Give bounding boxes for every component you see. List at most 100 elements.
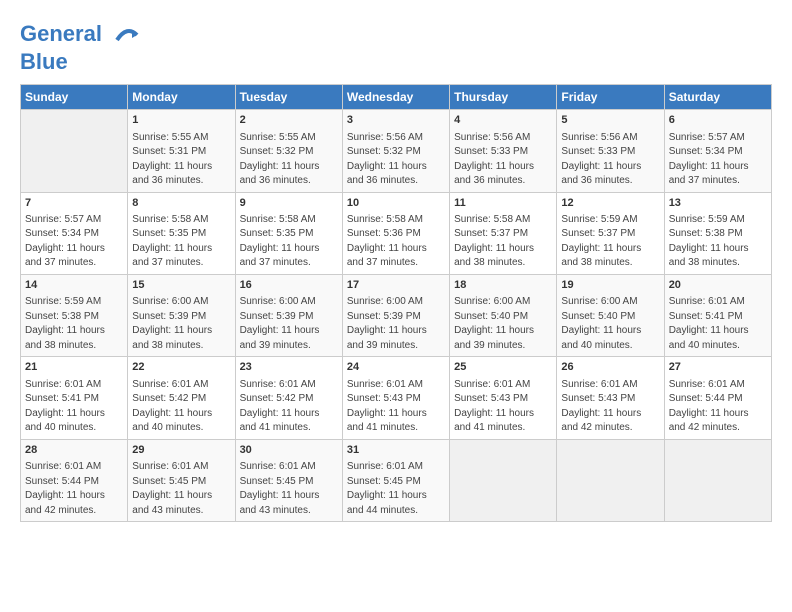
day-number: 21: [25, 360, 123, 375]
day-info: Sunrise: 6:01 AM Sunset: 5:43 PM Dayligh…: [347, 378, 445, 436]
day-info: Sunrise: 6:01 AM Sunset: 5:43 PM Dayligh…: [454, 378, 552, 436]
col-header-wednesday: Wednesday: [342, 85, 449, 110]
calendar-cell: 31 Sunrise: 6:01 AM Sunset: 5:45 PM Dayli…: [342, 439, 449, 521]
page-header: General Blue: [20, 20, 772, 74]
day-info: Sunrise: 5:56 AM Sunset: 5:33 PM Dayligh…: [561, 131, 659, 189]
col-header-friday: Friday: [557, 85, 664, 110]
calendar-cell: 19 Sunrise: 6:00 AM Sunset: 5:40 PM Dayli…: [557, 274, 664, 356]
day-info: Sunrise: 6:01 AM Sunset: 5:45 PM Dayligh…: [347, 460, 445, 518]
day-number: 6: [669, 113, 767, 128]
calendar-table: SundayMondayTuesdayWednesdayThursdayFrid…: [20, 84, 772, 522]
logo-blue: Blue: [20, 49, 68, 74]
calendar-cell: 23 Sunrise: 6:01 AM Sunset: 5:42 PM Dayli…: [235, 357, 342, 439]
day-number: 13: [669, 196, 767, 211]
day-info: Sunrise: 6:01 AM Sunset: 5:45 PM Dayligh…: [132, 460, 230, 518]
day-info: Sunrise: 5:58 AM Sunset: 5:36 PM Dayligh…: [347, 213, 445, 271]
logo: General Blue: [20, 20, 142, 74]
day-info: Sunrise: 6:01 AM Sunset: 5:42 PM Dayligh…: [132, 378, 230, 436]
day-number: 14: [25, 278, 123, 293]
calendar-cell: 22Sunrise: 6:01 AM Sunset: 5:42 PM Dayli…: [128, 357, 235, 439]
calendar-week-4: 21 Sunrise: 6:01 AM Sunset: 5:41 PM Dayli…: [21, 357, 772, 439]
day-info: Sunrise: 6:01 AM Sunset: 5:44 PM Dayligh…: [669, 378, 767, 436]
day-info: Sunrise: 6:01 AM Sunset: 5:44 PM Dayligh…: [25, 460, 123, 518]
col-header-monday: Monday: [128, 85, 235, 110]
calendar-cell: 9 Sunrise: 5:58 AM Sunset: 5:35 PM Daylig…: [235, 192, 342, 274]
calendar-cell: 1 Sunrise: 5:55 AM Sunset: 5:31 PM Daylig…: [128, 110, 235, 192]
day-number: 3: [347, 113, 445, 128]
day-info: Sunrise: 5:59 AM Sunset: 5:37 PM Dayligh…: [561, 213, 659, 271]
day-info: Sunrise: 5:58 AM Sunset: 5:37 PM Dayligh…: [454, 213, 552, 271]
day-number: 26: [561, 360, 659, 375]
calendar-cell: 13 Sunrise: 5:59 AM Sunset: 5:38 PM Dayli…: [664, 192, 771, 274]
col-header-sunday: Sunday: [21, 85, 128, 110]
day-info: Sunrise: 6:00 AM Sunset: 5:39 PM Dayligh…: [132, 295, 230, 353]
calendar-cell: 21 Sunrise: 6:01 AM Sunset: 5:41 PM Dayli…: [21, 357, 128, 439]
day-number: 11: [454, 196, 552, 211]
day-number: 19: [561, 278, 659, 293]
day-number: 28: [25, 443, 123, 458]
calendar-week-2: 7Sunrise: 5:57 AM Sunset: 5:34 PM Daylig…: [21, 192, 772, 274]
day-number: 23: [240, 360, 338, 375]
calendar-cell: 15 Sunrise: 6:00 AM Sunset: 5:39 PM Dayli…: [128, 274, 235, 356]
day-number: 1: [132, 113, 230, 128]
calendar-cell: [664, 439, 771, 521]
calendar-cell: 2 Sunrise: 5:55 AM Sunset: 5:32 PM Daylig…: [235, 110, 342, 192]
day-info: Sunrise: 6:01 AM Sunset: 5:45 PM Dayligh…: [240, 460, 338, 518]
day-info: Sunrise: 6:01 AM Sunset: 5:43 PM Dayligh…: [561, 378, 659, 436]
day-number: 29: [132, 443, 230, 458]
day-number: 15: [132, 278, 230, 293]
day-number: 2: [240, 113, 338, 128]
calendar-week-3: 14Sunrise: 5:59 AM Sunset: 5:38 PM Dayli…: [21, 274, 772, 356]
calendar-cell: 12 Sunrise: 5:59 AM Sunset: 5:37 PM Dayli…: [557, 192, 664, 274]
day-number: 8: [132, 196, 230, 211]
day-number: 5: [561, 113, 659, 128]
day-number: 16: [240, 278, 338, 293]
calendar-cell: 26 Sunrise: 6:01 AM Sunset: 5:43 PM Dayli…: [557, 357, 664, 439]
day-info: Sunrise: 5:56 AM Sunset: 5:33 PM Dayligh…: [454, 131, 552, 189]
calendar-cell: 8 Sunrise: 5:58 AM Sunset: 5:35 PM Daylig…: [128, 192, 235, 274]
calendar-cell: 28 Sunrise: 6:01 AM Sunset: 5:44 PM Dayli…: [21, 439, 128, 521]
day-info: Sunrise: 5:58 AM Sunset: 5:35 PM Dayligh…: [132, 213, 230, 271]
calendar-cell: 16 Sunrise: 6:00 AM Sunset: 5:39 PM Dayli…: [235, 274, 342, 356]
day-info: Sunrise: 5:56 AM Sunset: 5:32 PM Dayligh…: [347, 131, 445, 189]
calendar-cell: 20Sunrise: 6:01 AM Sunset: 5:41 PM Dayli…: [664, 274, 771, 356]
calendar-cell: 30Sunrise: 6:01 AM Sunset: 5:45 PM Dayli…: [235, 439, 342, 521]
calendar-cell: 14Sunrise: 5:59 AM Sunset: 5:38 PM Dayli…: [21, 274, 128, 356]
day-info: Sunrise: 5:59 AM Sunset: 5:38 PM Dayligh…: [669, 213, 767, 271]
day-info: Sunrise: 6:01 AM Sunset: 5:41 PM Dayligh…: [669, 295, 767, 353]
day-number: 24: [347, 360, 445, 375]
day-number: 25: [454, 360, 552, 375]
calendar-cell: 7Sunrise: 5:57 AM Sunset: 5:34 PM Daylig…: [21, 192, 128, 274]
day-info: Sunrise: 6:01 AM Sunset: 5:41 PM Dayligh…: [25, 378, 123, 436]
day-info: Sunrise: 5:55 AM Sunset: 5:32 PM Dayligh…: [240, 131, 338, 189]
day-number: 10: [347, 196, 445, 211]
day-number: 17: [347, 278, 445, 293]
calendar-cell: 18 Sunrise: 6:00 AM Sunset: 5:40 PM Dayli…: [450, 274, 557, 356]
day-number: 27: [669, 360, 767, 375]
calendar-cell: 25 Sunrise: 6:01 AM Sunset: 5:43 PM Dayli…: [450, 357, 557, 439]
day-info: Sunrise: 6:01 AM Sunset: 5:42 PM Dayligh…: [240, 378, 338, 436]
calendar-cell: 4Sunrise: 5:56 AM Sunset: 5:33 PM Daylig…: [450, 110, 557, 192]
day-info: Sunrise: 5:57 AM Sunset: 5:34 PM Dayligh…: [25, 213, 123, 271]
calendar-cell: 29 Sunrise: 6:01 AM Sunset: 5:45 PM Dayli…: [128, 439, 235, 521]
calendar-cell: 27 Sunrise: 6:01 AM Sunset: 5:44 PM Dayli…: [664, 357, 771, 439]
calendar-cell: [21, 110, 128, 192]
day-info: Sunrise: 5:55 AM Sunset: 5:31 PM Dayligh…: [132, 131, 230, 189]
calendar-cell: [450, 439, 557, 521]
day-info: Sunrise: 6:00 AM Sunset: 5:40 PM Dayligh…: [454, 295, 552, 353]
col-header-thursday: Thursday: [450, 85, 557, 110]
day-number: 18: [454, 278, 552, 293]
day-info: Sunrise: 6:00 AM Sunset: 5:39 PM Dayligh…: [240, 295, 338, 353]
day-info: Sunrise: 5:58 AM Sunset: 5:35 PM Dayligh…: [240, 213, 338, 271]
day-number: 9: [240, 196, 338, 211]
calendar-cell: 24 Sunrise: 6:01 AM Sunset: 5:43 PM Dayli…: [342, 357, 449, 439]
calendar-cell: 5 Sunrise: 5:56 AM Sunset: 5:33 PM Daylig…: [557, 110, 664, 192]
day-info: Sunrise: 6:00 AM Sunset: 5:40 PM Dayligh…: [561, 295, 659, 353]
logo-icon: [112, 20, 142, 50]
day-number: 12: [561, 196, 659, 211]
calendar-cell: 3 Sunrise: 5:56 AM Sunset: 5:32 PM Daylig…: [342, 110, 449, 192]
calendar-cell: 17Sunrise: 6:00 AM Sunset: 5:39 PM Dayli…: [342, 274, 449, 356]
calendar-cell: 6Sunrise: 5:57 AM Sunset: 5:34 PM Daylig…: [664, 110, 771, 192]
day-number: 31: [347, 443, 445, 458]
calendar-header-row: SundayMondayTuesdayWednesdayThursdayFrid…: [21, 85, 772, 110]
